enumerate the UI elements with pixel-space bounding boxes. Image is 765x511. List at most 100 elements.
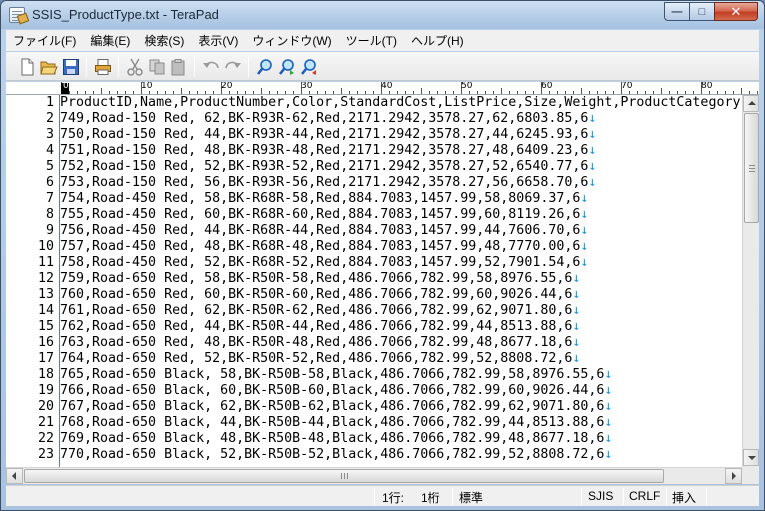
editor-line[interactable]: 10 757,Road-450 Red, 48,BK-R68R-48,Red,88…: [6, 239, 742, 255]
line-number: 3: [45, 127, 54, 142]
line-text[interactable]: 768,Road-650 Black, 44,BK-R50B-44,Black,…: [60, 415, 612, 431]
text-editor[interactable]: 1 ProductID,Name,ProductNumber,Color,Stan…: [6, 95, 742, 467]
line-number: 9: [45, 223, 54, 238]
menu-search[interactable]: 検索(S): [137, 32, 191, 49]
line-text[interactable]: 767,Road-650 Black, 62,BK-R50B-62,Black,…: [60, 399, 612, 415]
save-icon[interactable]: [62, 58, 80, 76]
menu-edit[interactable]: 編集(E): [83, 32, 137, 49]
redo-icon[interactable]: [224, 58, 242, 76]
editor-line[interactable]: 4 751,Road-150 Red, 48,BK-R93R-48,Red,217…: [6, 143, 742, 159]
new-file-icon[interactable]: [18, 58, 36, 76]
editor-line[interactable]: 17 764,Road-650 Red, 52,BK-R50R-52,Red,48…: [6, 351, 742, 367]
editor-line[interactable]: 7 754,Road-450 Red, 58,BK-R68R-58,Red,884…: [6, 191, 742, 207]
line-text[interactable]: 763,Road-650 Red, 48,BK-R50R-48,Red,486.…: [60, 335, 580, 351]
line-text[interactable]: 769,Road-650 Black, 48,BK-R50B-48,Black,…: [60, 431, 612, 447]
editor-line[interactable]: 22 769,Road-650 Black, 48,BK-R50B-48,Blac…: [6, 431, 742, 447]
terapad-app-icon[interactable]: [9, 7, 25, 23]
line-text[interactable]: 757,Road-450 Red, 48,BK-R68R-48,Red,884.…: [60, 239, 588, 255]
editor-line[interactable]: 21 768,Road-650 Black, 44,BK-R50B-44,Blac…: [6, 415, 742, 431]
line-text[interactable]: ProductID,Name,ProductNumber,Color,Stand…: [60, 95, 740, 111]
ruler-label-20: 20: [221, 82, 233, 91]
newline-mark-icon: ↓: [572, 287, 581, 302]
vertical-scrollbar[interactable]: [742, 95, 759, 467]
line-text[interactable]: 751,Road-150 Red, 48,BK-R93R-48,Red,2171…: [60, 143, 596, 159]
editor-line[interactable]: 12 759,Road-650 Red, 58,BK-R50R-58,Red,48…: [6, 271, 742, 287]
line-number: 18: [37, 367, 54, 382]
line-text[interactable]: 753,Road-150 Red, 56,BK-R93R-56,Red,2171…: [60, 175, 596, 191]
line-text[interactable]: 766,Road-650 Black, 60,BK-R50B-60,Black,…: [60, 383, 612, 399]
line-text[interactable]: 752,Road-150 Red, 52,BK-R93R-52,Red,2171…: [60, 159, 596, 175]
editor-line[interactable]: 18 765,Road-650 Black, 58,BK-R50B-58,Blac…: [6, 367, 742, 383]
editor-line[interactable]: 14 761,Road-650 Red, 62,BK-R50R-62,Red,48…: [6, 303, 742, 319]
status-newline[interactable]: CRLF: [629, 489, 660, 503]
line-text[interactable]: 755,Road-450 Red, 60,BK-R68R-60,Red,884.…: [60, 207, 588, 223]
line-number: 12: [37, 271, 54, 286]
copy-icon[interactable]: [148, 58, 166, 76]
scroll-down-button[interactable]: [743, 449, 759, 466]
find-next-icon[interactable]: [278, 58, 296, 76]
editor-line[interactable]: 5 752,Road-150 Red, 52,BK-R93R-52,Red,217…: [6, 159, 742, 175]
editor-line[interactable]: 9 756,Road-450 Red, 44,BK-R68R-44,Red,884…: [6, 223, 742, 239]
line-text[interactable]: 761,Road-650 Red, 62,BK-R50R-62,Red,486.…: [60, 303, 580, 319]
scroll-left-button[interactable]: [6, 468, 23, 484]
status-separator: [581, 488, 582, 505]
open-folder-icon[interactable]: [40, 58, 58, 76]
newline-mark-icon: ↓: [572, 335, 581, 350]
paste-icon[interactable]: [170, 58, 188, 76]
menu-help[interactable]: ヘルプ(H): [404, 32, 471, 49]
maximize-button[interactable]: □: [689, 2, 715, 21]
newline-mark-icon: ↓: [580, 191, 589, 206]
line-text[interactable]: 758,Road-450 Red, 52,BK-R68R-52,Red,884.…: [60, 255, 588, 271]
editor-line[interactable]: 19 766,Road-650 Black, 60,BK-R50B-60,Blac…: [6, 383, 742, 399]
editor-line[interactable]: 8 755,Road-450 Red, 60,BK-R68R-60,Red,884…: [6, 207, 742, 223]
line-text[interactable]: 764,Road-650 Red, 52,BK-R50R-52,Red,486.…: [60, 351, 580, 367]
line-number: 10: [37, 239, 54, 254]
line-text[interactable]: 762,Road-650 Red, 44,BK-R50R-44,Red,486.…: [60, 319, 580, 335]
editor-line[interactable]: 13 760,Road-650 Red, 60,BK-R50R-60,Red,48…: [6, 287, 742, 303]
editor-line[interactable]: 20 767,Road-650 Black, 62,BK-R50B-62,Blac…: [6, 399, 742, 415]
editor-line[interactable]: 1 ProductID,Name,ProductNumber,Color,Stan…: [6, 95, 742, 111]
close-button[interactable]: ✕: [714, 2, 758, 21]
line-text[interactable]: 765,Road-650 Black, 58,BK-R50B-58,Black,…: [60, 367, 612, 383]
line-text[interactable]: 760,Road-650 Red, 60,BK-R50R-60,Red,486.…: [60, 287, 580, 303]
title-bar[interactable]: SSIS_ProductType.txt - TeraPad — □ ✕: [1, 1, 764, 29]
line-number: 4: [45, 143, 54, 158]
chevron-down-icon: [748, 456, 756, 460]
newline-mark-icon: ↓: [604, 367, 613, 382]
line-text[interactable]: 759,Road-650 Red, 58,BK-R50R-58,Red,486.…: [60, 271, 580, 287]
editor-line[interactable]: 16 763,Road-650 Red, 48,BK-R50R-48,Red,48…: [6, 335, 742, 351]
minimize-button[interactable]: —: [664, 2, 690, 21]
editor-line[interactable]: 23 770,Road-650 Black, 52,BK-R50B-52,Blac…: [6, 447, 742, 463]
undo-icon[interactable]: [202, 58, 220, 76]
ruler-label-10: 10: [141, 82, 153, 91]
print-icon[interactable]: [94, 58, 112, 76]
editor-line[interactable]: 6 753,Road-150 Red, 56,BK-R93R-56,Red,217…: [6, 175, 742, 191]
vertical-scroll-thumb[interactable]: [744, 113, 759, 223]
find-previous-icon[interactable]: [300, 58, 318, 76]
editor-line[interactable]: 15 762,Road-650 Red, 44,BK-R50R-44,Red,48…: [6, 319, 742, 335]
line-text[interactable]: 754,Road-450 Red, 58,BK-R68R-58,Red,884.…: [60, 191, 588, 207]
horizontal-scroll-thumb[interactable]: [24, 469, 664, 483]
line-text[interactable]: 770,Road-650 Black, 52,BK-R50B-52,Black,…: [60, 447, 612, 463]
horizontal-scrollbar[interactable]: [6, 467, 742, 484]
scroll-right-button[interactable]: [725, 468, 742, 484]
status-encoding[interactable]: SJIS: [588, 489, 613, 503]
status-insert-mode[interactable]: 挿入: [672, 489, 696, 506]
scroll-up-button[interactable]: [743, 95, 759, 112]
editor-line[interactable]: 3 750,Road-150 Red, 44,BK-R93R-44,Red,217…: [6, 127, 742, 143]
menu-window[interactable]: ウィンドウ(W): [245, 32, 338, 49]
line-text[interactable]: 756,Road-450 Red, 44,BK-R68R-44,Red,884.…: [60, 223, 588, 239]
cut-icon[interactable]: [126, 58, 144, 76]
line-number: 16: [37, 335, 54, 350]
menu-view[interactable]: 表示(V): [191, 32, 245, 49]
find-icon[interactable]: [256, 58, 274, 76]
editor-line[interactable]: 11 758,Road-450 Red, 52,BK-R68R-52,Red,88…: [6, 255, 742, 271]
newline-mark-icon: ↓: [580, 223, 589, 238]
menu-tools[interactable]: ツール(T): [339, 32, 404, 49]
editor-line[interactable]: 2 749,Road-150 Red, 62,BK-R93R-62,Red,217…: [6, 111, 742, 127]
ruler-label-70: 70: [621, 82, 633, 91]
menu-file[interactable]: ファイル(F): [6, 32, 83, 49]
line-text[interactable]: 750,Road-150 Red, 44,BK-R93R-44,Red,2171…: [60, 127, 596, 143]
line-text[interactable]: 749,Road-150 Red, 62,BK-R93R-62,Red,2171…: [60, 111, 596, 127]
minimize-icon: —: [671, 6, 683, 18]
